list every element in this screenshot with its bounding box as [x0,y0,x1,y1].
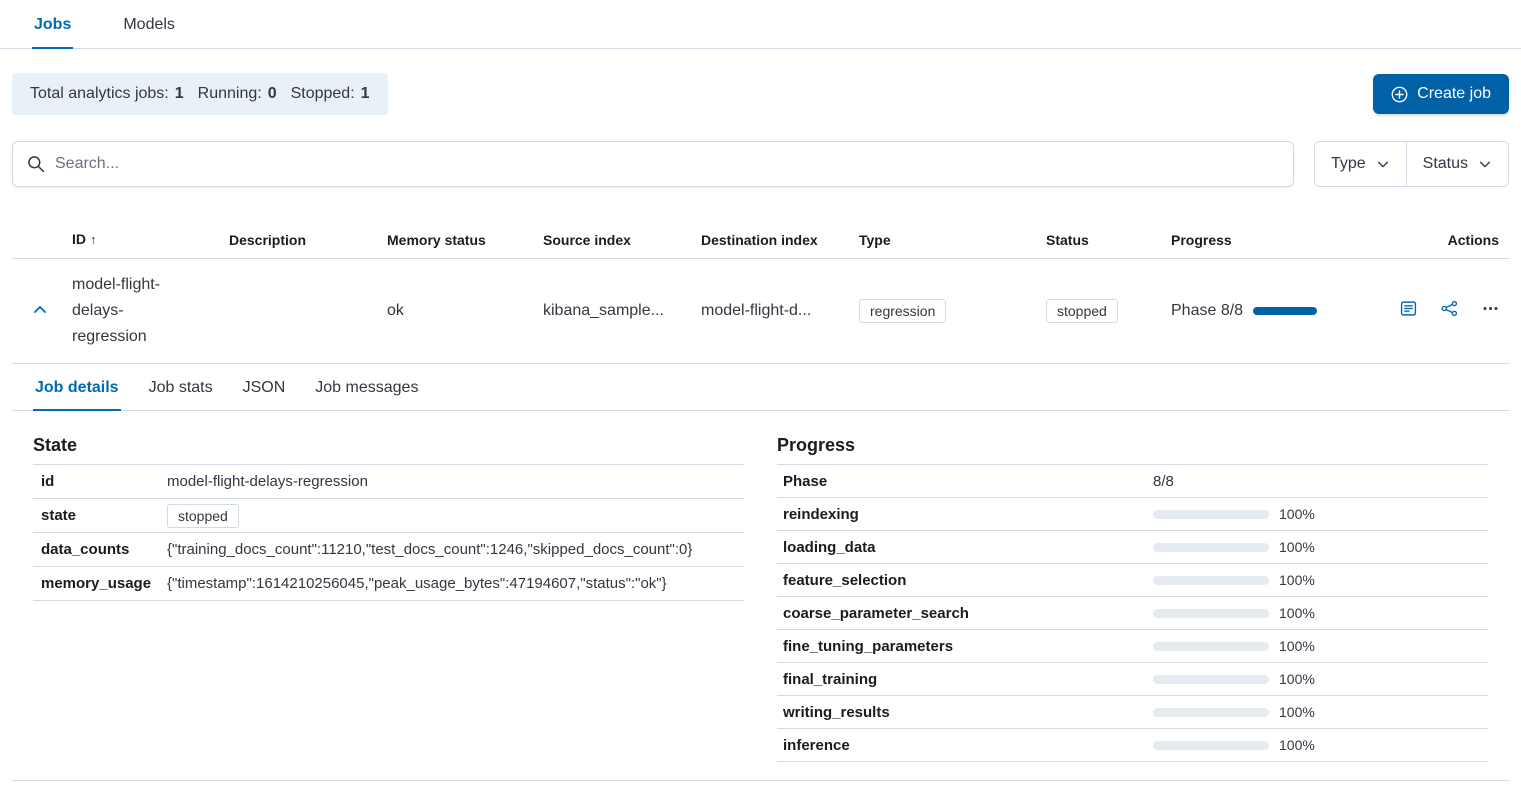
state-row-memory-usage: memory_usage {"timestamp":1614210256045,… [33,567,744,601]
chevron-down-icon [1376,157,1390,171]
progress-row: writing_results 100% [777,696,1488,729]
chevron-down-icon [1478,157,1492,171]
tab-job-messages[interactable]: Job messages [313,364,420,411]
cell-job-id: model-flight-delays-regression [72,272,229,350]
tab-job-stats[interactable]: Job stats [147,364,215,411]
stat-running: Running: 0 [198,85,277,103]
type-badge: regression [859,299,946,323]
tab-json[interactable]: JSON [241,364,288,411]
progress-row: loading_data 100% [777,531,1488,564]
header-description[interactable]: Description [229,232,387,248]
header-source-index[interactable]: Source index [543,232,701,248]
primary-tabs: Jobs Models [0,0,1521,49]
progress-bar [1253,307,1317,315]
jobs-stats-banner: Total analytics jobs: 1 Running: 0 Stopp… [12,73,388,115]
state-row-state: state stopped [33,499,744,533]
state-row-data-counts: data_counts {"training_docs_count":11210… [33,533,744,567]
state-section: State id model-flight-delays-regression … [33,435,744,762]
status-badge: stopped [1046,299,1118,323]
search-box[interactable] [12,141,1294,187]
chevron-up-icon [32,302,48,318]
analytics-map-icon [1441,300,1458,317]
stats-row: Total analytics jobs: 1 Running: 0 Stopp… [12,73,1509,115]
cell-progress: Phase 8/8 [1171,302,1371,320]
plus-circle-icon [1391,86,1408,103]
type-filter-button[interactable]: Type [1315,142,1406,186]
progress-bar [1153,708,1269,717]
detail-content: State id model-flight-delays-regression … [12,411,1509,780]
table-header-row: ID↑ Description Memory status Source ind… [12,221,1509,259]
list-details-icon [1400,300,1417,317]
job-detail-panel: Job details Job stats JSON Job messages … [12,364,1509,781]
cell-status: stopped [1046,299,1171,323]
stat-stopped-label: Stopped: [291,85,355,103]
header-destination-index[interactable]: Destination index [701,232,859,248]
view-job-button[interactable] [1400,300,1417,317]
progress-row-phase: Phase 8/8 [777,465,1488,498]
cell-destination-index: model-flight-d... [701,302,859,320]
cell-actions [1371,300,1509,322]
progress-bar [1153,642,1269,651]
progress-bar [1153,576,1269,585]
progress-bar [1153,675,1269,684]
tab-job-details[interactable]: Job details [33,364,121,411]
progress-bar [1153,609,1269,618]
header-id[interactable]: ID↑ [72,226,229,253]
stat-running-label: Running: [198,85,262,103]
state-title: State [33,435,744,456]
search-icon [27,155,45,173]
progress-bar [1153,543,1269,552]
progress-row: final_training 100% [777,663,1488,696]
create-job-label: Create job [1417,85,1491,103]
progress-phase-text: Phase 8/8 [1171,302,1243,320]
stat-total: Total analytics jobs: 1 [30,85,184,103]
stat-stopped: Stopped: 1 [291,85,370,103]
stat-stopped-value: 1 [361,85,370,103]
stat-running-value: 0 [268,85,277,103]
detail-tabs: Job details Job stats JSON Job messages [12,364,1509,411]
collapse-row-button[interactable] [30,300,50,323]
stat-total-label: Total analytics jobs: [30,85,169,103]
header-type[interactable]: Type [859,232,1046,248]
header-memory-status[interactable]: Memory status [387,232,543,248]
more-actions-button[interactable] [1482,300,1499,317]
state-badge: stopped [167,504,239,528]
ellipsis-icon [1482,300,1499,317]
row-expand-cell [12,300,72,323]
view-map-button[interactable] [1441,300,1458,317]
progress-bar [1153,741,1269,750]
progress-row: coarse_parameter_search 100% [777,597,1488,630]
stat-total-value: 1 [175,85,184,103]
phase-value: 8/8 [1153,473,1174,490]
progress-table: Phase 8/8 reindexing 100% loading_data 1… [777,464,1488,762]
table-row: model-flight-delays-regression ok kibana… [12,259,1509,364]
header-progress[interactable]: Progress [1171,232,1371,248]
progress-bar [1153,510,1269,519]
search-row: Type Status [12,141,1509,187]
type-filter-label: Type [1331,155,1366,173]
state-table: id model-flight-delays-regression state … [33,464,744,601]
sort-asc-icon: ↑ [90,232,97,247]
progress-row: inference 100% [777,729,1488,762]
progress-title: Progress [777,435,1488,456]
cell-memory-status: ok [387,302,543,320]
filter-group: Type Status [1314,141,1509,187]
status-filter-label: Status [1423,155,1468,173]
header-status[interactable]: Status [1046,232,1171,248]
header-actions: Actions [1371,232,1509,248]
tab-jobs[interactable]: Jobs [32,0,73,49]
progress-section: Progress Phase 8/8 reindexing 100% loadi… [777,435,1488,762]
create-job-button[interactable]: Create job [1373,74,1509,114]
progress-row: fine_tuning_parameters 100% [777,630,1488,663]
progress-row: feature_selection 100% [777,564,1488,597]
progress-row: reindexing 100% [777,498,1488,531]
tab-models[interactable]: Models [121,0,177,49]
cell-source-index: kibana_sample... [543,302,701,320]
search-input[interactable] [55,155,1279,173]
state-row-id: id model-flight-delays-regression [33,465,744,499]
analytics-jobs-table: ID↑ Description Memory status Source ind… [12,221,1509,364]
status-filter-button[interactable]: Status [1406,142,1508,186]
cell-type: regression [859,299,1046,323]
